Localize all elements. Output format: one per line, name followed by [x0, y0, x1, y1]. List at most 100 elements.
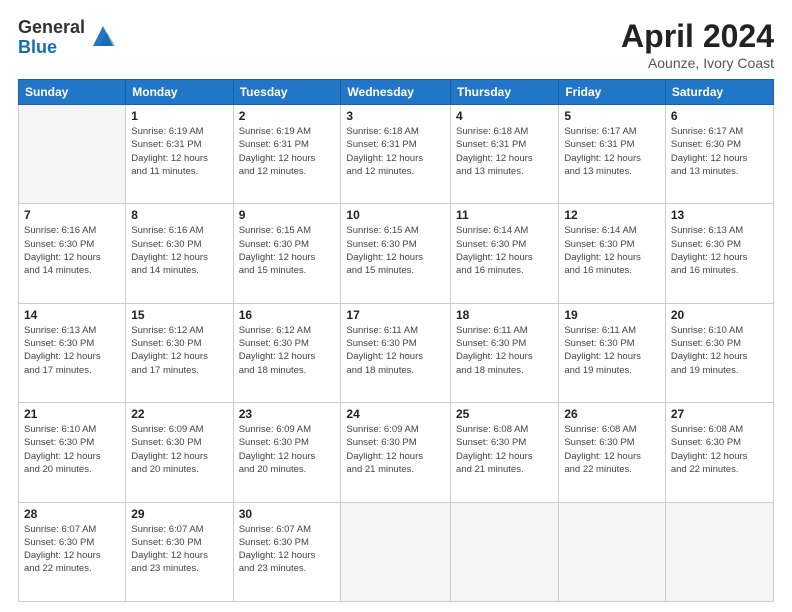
day-info: Sunrise: 6:13 AM Sunset: 6:30 PM Dayligh… — [671, 224, 768, 277]
table-row — [19, 105, 126, 204]
day-number: 18 — [456, 308, 553, 322]
day-number: 25 — [456, 407, 553, 421]
day-info: Sunrise: 6:14 AM Sunset: 6:30 PM Dayligh… — [564, 224, 660, 277]
day-number: 21 — [24, 407, 120, 421]
table-row: 22 Sunrise: 6:09 AM Sunset: 6:30 PM Dayli… — [126, 403, 233, 502]
subtitle: Aounze, Ivory Coast — [621, 55, 774, 71]
day-number: 6 — [671, 109, 768, 123]
col-saturday: Saturday — [665, 80, 773, 105]
day-number: 28 — [24, 507, 120, 521]
main-title: April 2024 — [621, 18, 774, 55]
day-number: 27 — [671, 407, 768, 421]
day-number: 3 — [346, 109, 445, 123]
day-number: 10 — [346, 208, 445, 222]
day-number: 26 — [564, 407, 660, 421]
day-info: Sunrise: 6:19 AM Sunset: 6:31 PM Dayligh… — [131, 125, 227, 178]
title-block: April 2024 Aounze, Ivory Coast — [621, 18, 774, 71]
day-number: 24 — [346, 407, 445, 421]
header: General Blue April 2024 Aounze, Ivory Co… — [18, 18, 774, 71]
day-info: Sunrise: 6:18 AM Sunset: 6:31 PM Dayligh… — [456, 125, 553, 178]
day-info: Sunrise: 6:07 AM Sunset: 6:30 PM Dayligh… — [131, 523, 227, 576]
table-row: 14 Sunrise: 6:13 AM Sunset: 6:30 PM Dayli… — [19, 303, 126, 402]
table-row — [341, 502, 451, 601]
table-row — [665, 502, 773, 601]
table-row: 23Sunrise: 6:09 AM Sunset: 6:30 PM Dayli… — [233, 403, 341, 502]
calendar-header-row: Sunday Monday Tuesday Wednesday Thursday… — [19, 80, 774, 105]
table-row: 12 Sunrise: 6:14 AM Sunset: 6:30 PM Dayli… — [559, 204, 666, 303]
table-row: 19 Sunrise: 6:11 AM Sunset: 6:30 PM Dayli… — [559, 303, 666, 402]
col-wednesday: Wednesday — [341, 80, 451, 105]
table-row: 7 Sunrise: 6:16 AM Sunset: 6:30 PM Daylig… — [19, 204, 126, 303]
table-row: 4 Sunrise: 6:18 AM Sunset: 6:31 PM Daylig… — [451, 105, 559, 204]
day-info: Sunrise: 6:10 AM Sunset: 6:30 PM Dayligh… — [24, 423, 120, 476]
table-row: 1 Sunrise: 6:19 AM Sunset: 6:31 PM Daylig… — [126, 105, 233, 204]
calendar-table: Sunday Monday Tuesday Wednesday Thursday… — [18, 79, 774, 602]
day-number: 13 — [671, 208, 768, 222]
day-info: Sunrise: 6:12 AM Sunset: 6:30 PM Dayligh… — [131, 324, 227, 377]
day-info: Sunrise: 6:17 AM Sunset: 6:31 PM Dayligh… — [564, 125, 660, 178]
day-info: Sunrise: 6:08 AM Sunset: 6:30 PM Dayligh… — [564, 423, 660, 476]
day-info: Sunrise: 6:09 AM Sunset: 6:30 PM Dayligh… — [131, 423, 227, 476]
table-row: 5 Sunrise: 6:17 AM Sunset: 6:31 PM Daylig… — [559, 105, 666, 204]
day-info: Sunrise: 6:10 AM Sunset: 6:30 PM Dayligh… — [671, 324, 768, 377]
logo-general: General — [18, 18, 85, 38]
day-info: Sunrise: 6:14 AM Sunset: 6:30 PM Dayligh… — [456, 224, 553, 277]
table-row: 9 Sunrise: 6:15 AM Sunset: 6:30 PM Daylig… — [233, 204, 341, 303]
day-number: 30 — [239, 507, 336, 521]
table-row: 20 Sunrise: 6:10 AM Sunset: 6:30 PM Dayli… — [665, 303, 773, 402]
day-info: Sunrise: 6:18 AM Sunset: 6:31 PM Dayligh… — [346, 125, 445, 178]
day-info: Sunrise: 6:16 AM Sunset: 6:30 PM Dayligh… — [131, 224, 227, 277]
col-monday: Monday — [126, 80, 233, 105]
day-number: 29 — [131, 507, 227, 521]
logo: General Blue — [18, 18, 117, 58]
table-row: 17Sunrise: 6:11 AM Sunset: 6:30 PM Dayli… — [341, 303, 451, 402]
table-row — [559, 502, 666, 601]
day-info: Sunrise: 6:07 AM Sunset: 6:30 PM Dayligh… — [239, 523, 336, 576]
day-number: 19 — [564, 308, 660, 322]
day-info: Sunrise: 6:11 AM Sunset: 6:30 PM Dayligh… — [456, 324, 553, 377]
day-number: 23 — [239, 407, 336, 421]
table-row: 25 Sunrise: 6:08 AM Sunset: 6:30 PM Dayli… — [451, 403, 559, 502]
day-info: Sunrise: 6:15 AM Sunset: 6:30 PM Dayligh… — [346, 224, 445, 277]
day-number: 9 — [239, 208, 336, 222]
day-info: Sunrise: 6:13 AM Sunset: 6:30 PM Dayligh… — [24, 324, 120, 377]
col-friday: Friday — [559, 80, 666, 105]
table-row — [451, 502, 559, 601]
table-row: 11 Sunrise: 6:14 AM Sunset: 6:30 PM Dayli… — [451, 204, 559, 303]
day-number: 22 — [131, 407, 227, 421]
day-info: Sunrise: 6:19 AM Sunset: 6:31 PM Dayligh… — [239, 125, 336, 178]
table-row: 6Sunrise: 6:17 AM Sunset: 6:30 PM Daylig… — [665, 105, 773, 204]
day-info: Sunrise: 6:11 AM Sunset: 6:30 PM Dayligh… — [346, 324, 445, 377]
table-row: 28Sunrise: 6:07 AM Sunset: 6:30 PM Dayli… — [19, 502, 126, 601]
day-number: 2 — [239, 109, 336, 123]
day-info: Sunrise: 6:15 AM Sunset: 6:30 PM Dayligh… — [239, 224, 336, 277]
table-row: 16 Sunrise: 6:12 AM Sunset: 6:30 PM Dayli… — [233, 303, 341, 402]
day-info: Sunrise: 6:11 AM Sunset: 6:30 PM Dayligh… — [564, 324, 660, 377]
day-info: Sunrise: 6:16 AM Sunset: 6:30 PM Dayligh… — [24, 224, 120, 277]
day-number: 15 — [131, 308, 227, 322]
logo-text: General Blue — [18, 18, 85, 58]
col-tuesday: Tuesday — [233, 80, 341, 105]
table-row: 21 Sunrise: 6:10 AM Sunset: 6:30 PM Dayli… — [19, 403, 126, 502]
table-row: 15 Sunrise: 6:12 AM Sunset: 6:30 PM Dayli… — [126, 303, 233, 402]
day-number: 4 — [456, 109, 553, 123]
day-number: 20 — [671, 308, 768, 322]
day-number: 14 — [24, 308, 120, 322]
day-info: Sunrise: 6:08 AM Sunset: 6:30 PM Dayligh… — [456, 423, 553, 476]
day-number: 16 — [239, 308, 336, 322]
table-row: 2 Sunrise: 6:19 AM Sunset: 6:31 PM Daylig… — [233, 105, 341, 204]
day-number: 12 — [564, 208, 660, 222]
table-row: 18 Sunrise: 6:11 AM Sunset: 6:30 PM Dayli… — [451, 303, 559, 402]
col-sunday: Sunday — [19, 80, 126, 105]
logo-icon — [89, 22, 117, 50]
table-row: 27Sunrise: 6:08 AM Sunset: 6:30 PM Dayli… — [665, 403, 773, 502]
day-number: 7 — [24, 208, 120, 222]
day-info: Sunrise: 6:12 AM Sunset: 6:30 PM Dayligh… — [239, 324, 336, 377]
day-number: 5 — [564, 109, 660, 123]
table-row: 24Sunrise: 6:09 AM Sunset: 6:30 PM Dayli… — [341, 403, 451, 502]
day-number: 1 — [131, 109, 227, 123]
table-row: 3 Sunrise: 6:18 AM Sunset: 6:31 PM Daylig… — [341, 105, 451, 204]
table-row: 10 Sunrise: 6:15 AM Sunset: 6:30 PM Dayli… — [341, 204, 451, 303]
day-number: 11 — [456, 208, 553, 222]
table-row: 30 Sunrise: 6:07 AM Sunset: 6:30 PM Dayli… — [233, 502, 341, 601]
